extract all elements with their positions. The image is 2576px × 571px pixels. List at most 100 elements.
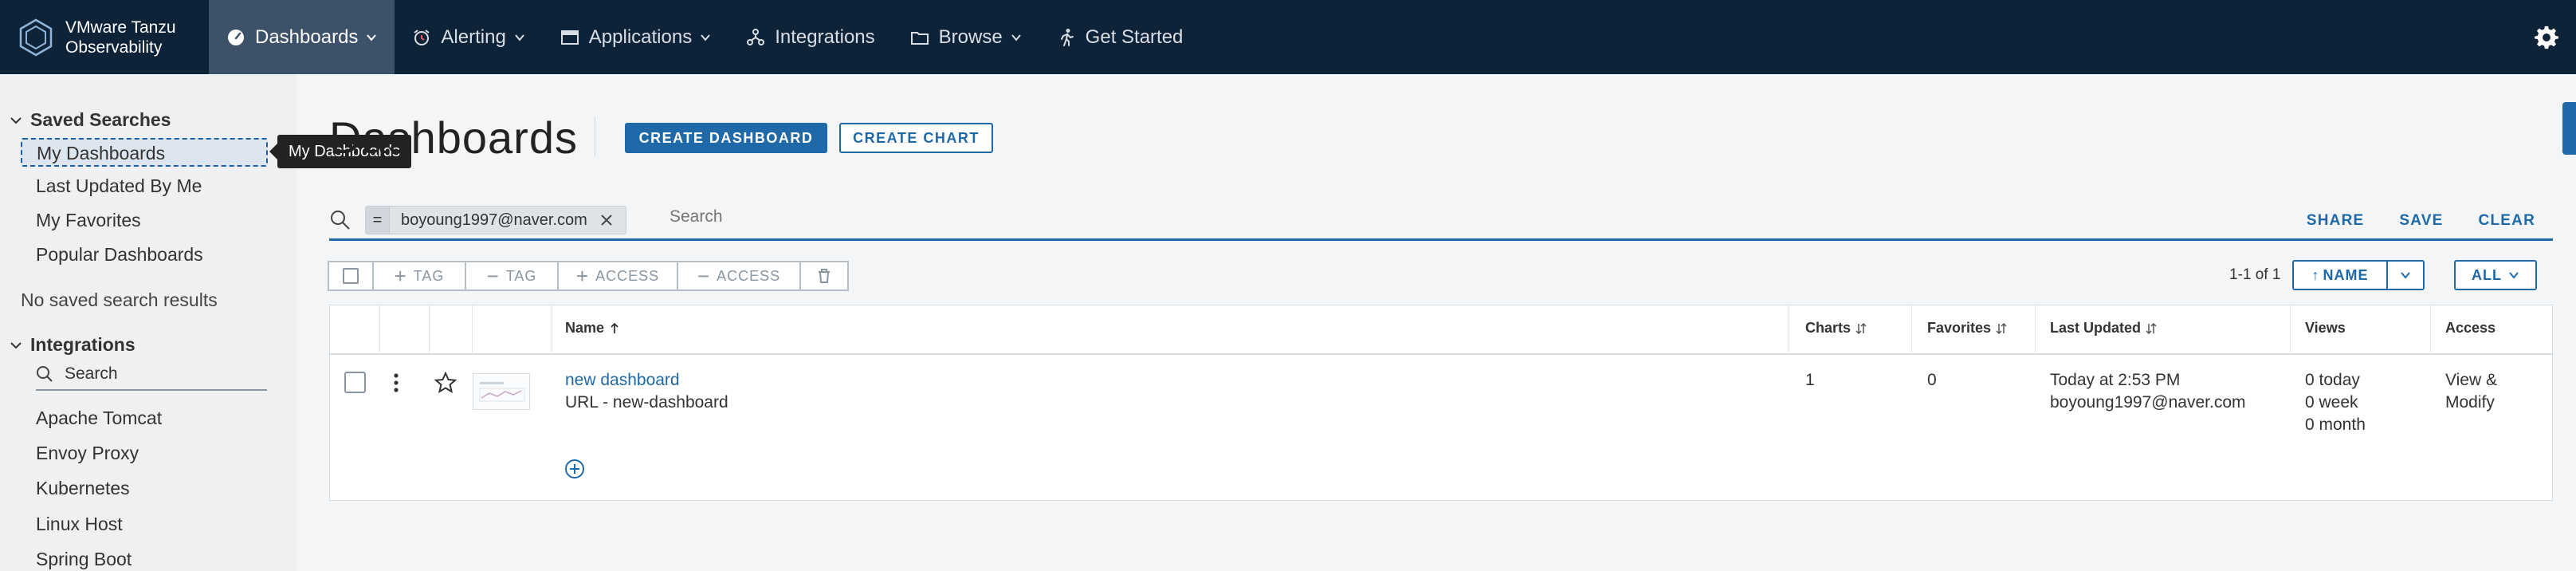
dashboard-search-bar: = boyoung1997@naver.com SHARE SAVE CLEAR [329,201,2553,241]
bulk-actions-toolbar: + TAG − TAG + ACCESS − ACCESS [328,261,849,291]
arrow-up-icon: ↑ [2311,266,2320,283]
integrations-icon [747,28,765,45]
sort-dropdown-button[interactable] [2386,260,2425,290]
column-divider [1911,305,1912,355]
column-divider [472,305,473,355]
add-access-label: ACCESS [595,267,660,284]
sidebar: Saved Searches My Dashboards Last Update… [0,74,296,571]
save-button[interactable]: SAVE [2399,212,2443,230]
add-access-button[interactable]: + ACCESS [557,261,678,291]
saved-searches-toggle[interactable]: Saved Searches [10,109,171,131]
clear-button[interactable]: CLEAR [2479,212,2535,230]
saved-search-my-dashboards[interactable]: My Dashboards [21,138,268,167]
table-header: Name Charts Favorites Last Updated Views… [330,305,2552,355]
column-header-name-label: Name [565,320,605,336]
chevron-down-icon [515,33,524,41]
remove-tag-button[interactable]: − TAG [465,261,559,291]
page-title: Dashboards [329,112,578,163]
row-checkbox[interactable] [344,372,366,393]
integrations-heading: Integrations [30,334,135,355]
nav-alerting[interactable]: Alerting [395,0,542,74]
chart-thumbnail-icon [479,382,525,402]
delete-button[interactable] [799,261,849,291]
saved-search-last-updated-by-me[interactable]: Last Updated By Me [36,175,202,197]
access-level-line-1: View & [2445,371,2497,389]
integration-kubernetes[interactable]: Kubernetes [36,478,130,499]
runner-icon [1060,28,1074,46]
chevron-down-icon [10,341,22,349]
add-tag-label: TAG [413,267,445,284]
brand-line-1: VMware Tanzu [65,18,176,37]
gear-icon[interactable] [2533,24,2560,51]
views-today: 0 today [2305,371,2360,389]
plus-icon: + [394,263,407,288]
help-tab[interactable] [2562,102,2576,155]
chevron-down-icon [1011,33,1021,41]
column-header-views: Views [2305,320,2346,337]
add-circle-icon[interactable] [564,459,585,479]
share-button[interactable]: SHARE [2307,212,2365,230]
integration-spring-boot[interactable]: Spring Boot [36,549,132,570]
brand[interactable]: VMware Tanzu Observability [0,0,209,74]
star-icon[interactable] [434,371,457,395]
nav-browse[interactable]: Browse [893,0,1039,74]
top-navigation-bar: VMware Tanzu Observability Dashboards Al… [0,0,2576,74]
column-header-charts[interactable]: Charts [1805,320,1867,337]
tanzu-logo-icon [19,18,53,56]
filter-value: boyoung1997@naver.com [401,211,587,229]
more-vertical-icon[interactable] [386,371,406,395]
column-header-favorites[interactable]: Favorites [1927,320,2007,337]
views-week: 0 week [2305,393,2358,412]
pagination-count: 1-1 of 1 [2229,266,2281,283]
create-chart-button[interactable]: CREATE CHART [839,123,993,153]
select-all-button[interactable] [328,261,374,291]
dashboard-url: URL - new-dashboard [565,393,728,412]
dashboard-thumbnail[interactable] [473,373,530,410]
sort-by-name-button[interactable]: ↑ NAME [2292,260,2388,290]
nav-alerting-label: Alerting [441,26,506,48]
saved-search-popular-dashboards[interactable]: Popular Dashboards [36,244,203,266]
no-saved-search-results: No saved search results [21,289,218,310]
close-icon[interactable] [599,212,615,228]
remove-access-button[interactable]: − ACCESS [677,261,801,291]
integration-envoy-proxy[interactable]: Envoy Proxy [36,443,139,464]
sort-icon [2146,322,2157,334]
column-header-access: Access [2445,320,2496,337]
add-tag-button[interactable]: + TAG [372,261,466,291]
window-icon [560,30,579,45]
integration-apache-tomcat[interactable]: Apache Tomcat [36,408,162,429]
column-header-favorites-label: Favorites [1927,320,1992,336]
column-header-charts-label: Charts [1805,320,1852,336]
access-level-line-2: Modify [2445,393,2495,412]
filter-all-label: ALL [2472,266,2502,283]
filter-all-dropdown[interactable]: ALL [2454,260,2537,290]
nav-browse-label: Browse [938,26,1003,48]
minus-icon: − [697,263,711,288]
create-dashboard-button[interactable]: CREATE DASHBOARD [625,123,827,153]
sort-icon [1996,322,2007,334]
column-divider [2430,305,2431,355]
last-updated-time: Today at 2:53 PM [2050,371,2181,389]
last-updated-by: boyoung1997@naver.com [2050,393,2246,412]
filter-chip[interactable]: = boyoung1997@naver.com [365,206,626,234]
search-input[interactable] [670,207,1307,226]
integration-linux-host[interactable]: Linux Host [36,514,123,535]
sort-label: NAME [2323,266,2369,283]
dashboard-name-link[interactable]: new dashboard [565,369,680,392]
remove-tag-label: TAG [505,267,537,284]
integrations-toggle[interactable]: Integrations [10,334,135,356]
integrations-search-input[interactable]: Search [36,359,267,391]
sort-ascending-icon [611,322,618,333]
nav-integrations[interactable]: Integrations [728,0,892,74]
saved-searches-heading: Saved Searches [30,109,171,130]
gauge-icon [228,29,244,45]
integrations-search-placeholder: Search [65,364,118,383]
nav-get-started[interactable]: Get Started [1039,0,1201,74]
column-header-name[interactable]: Name [565,320,620,337]
nav-applications[interactable]: Applications [543,0,728,74]
nav-dashboards[interactable]: Dashboards [209,0,395,74]
column-header-last-updated[interactable]: Last Updated [2050,320,2157,337]
saved-search-my-favorites[interactable]: My Favorites [36,210,141,231]
sort-icon [1855,322,1867,334]
select-all-checkbox[interactable] [343,268,359,284]
